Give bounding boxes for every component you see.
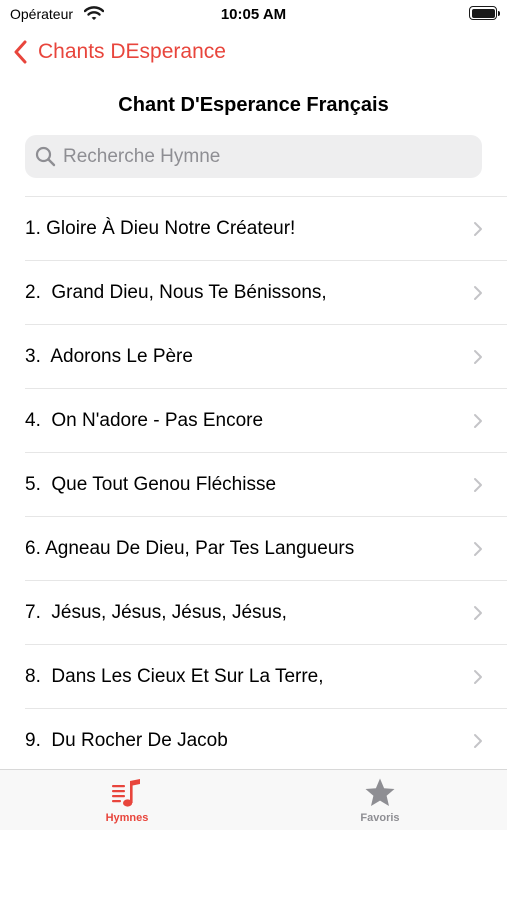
hymn-title: 9. Du Rocher De Jacob [25, 729, 228, 751]
hymn-list: 1. Gloire À Dieu Notre Créateur! 2. Gran… [25, 196, 507, 773]
hymn-title: 4. On N'adore - Pas Encore [25, 409, 264, 431]
tab-bar: Hymnes Favoris [0, 769, 507, 830]
status-time: 10:05 AM [220, 6, 287, 23]
chevron-right-icon [474, 606, 482, 620]
hymn-title: 6. Agneau De Dieu, Par Tes Langueurs [25, 537, 355, 559]
chevron-right-icon [474, 414, 482, 428]
hymn-title: 1. Gloire À Dieu Notre Créateur! [25, 217, 296, 239]
hymn-title: 8. Dans Les Cieux Et Sur La Terre, [25, 665, 324, 687]
list-item[interactable]: 3. Adorons Le Père [25, 325, 507, 389]
chevron-right-icon [474, 286, 482, 300]
search-icon [35, 146, 56, 167]
chevron-right-icon [474, 350, 482, 364]
list-item[interactable]: 2. Grand Dieu, Nous Te Bénissons, [25, 261, 507, 325]
chevron-right-icon [474, 670, 482, 684]
hymn-title: 2. Grand Dieu, Nous Te Bénissons, [25, 281, 327, 303]
tab-favoris[interactable]: Favoris [320, 770, 440, 830]
list-item[interactable]: 1. Gloire À Dieu Notre Créateur! [25, 197, 507, 261]
list-item[interactable]: 6. Agneau De Dieu, Par Tes Langueurs [25, 517, 507, 581]
chevron-right-icon [474, 478, 482, 492]
status-bar: Opérateur 10:05 AM [0, 0, 507, 30]
chevron-right-icon [474, 734, 482, 748]
hymn-title: 7. Jésus, Jésus, Jésus, Jésus, [25, 601, 287, 623]
search-bar[interactable] [25, 135, 482, 178]
chevron-right-icon [474, 222, 482, 236]
search-input[interactable] [63, 145, 463, 168]
tab-label: Hymnes [105, 812, 149, 824]
list-item[interactable]: 4. On N'adore - Pas Encore [25, 389, 507, 453]
chevron-right-icon [474, 542, 482, 556]
tab-label: Favoris [360, 812, 400, 824]
list-item[interactable]: 9. Du Rocher De Jacob [25, 709, 507, 773]
tab-hymnes[interactable]: Hymnes [67, 770, 187, 830]
list-item[interactable]: 8. Dans Les Cieux Et Sur La Terre, [25, 645, 507, 709]
back-button-label: Chants DEsperance [38, 40, 226, 63]
star-icon [365, 778, 395, 806]
chevron-left-icon [14, 40, 27, 64]
back-button[interactable]: Chants DEsperance [14, 36, 226, 68]
page-title: Chant D'Esperance Français [118, 94, 389, 116]
music-list-icon [112, 779, 140, 807]
list-item[interactable]: 7. Jésus, Jésus, Jésus, Jésus, [25, 581, 507, 645]
hymn-title: 3. Adorons Le Père [25, 345, 193, 367]
hymn-title: 5. Que Tout Genou Fléchisse [25, 473, 277, 495]
list-item[interactable]: 5. Que Tout Genou Fléchisse [25, 453, 507, 517]
battery-icon [469, 6, 500, 20]
